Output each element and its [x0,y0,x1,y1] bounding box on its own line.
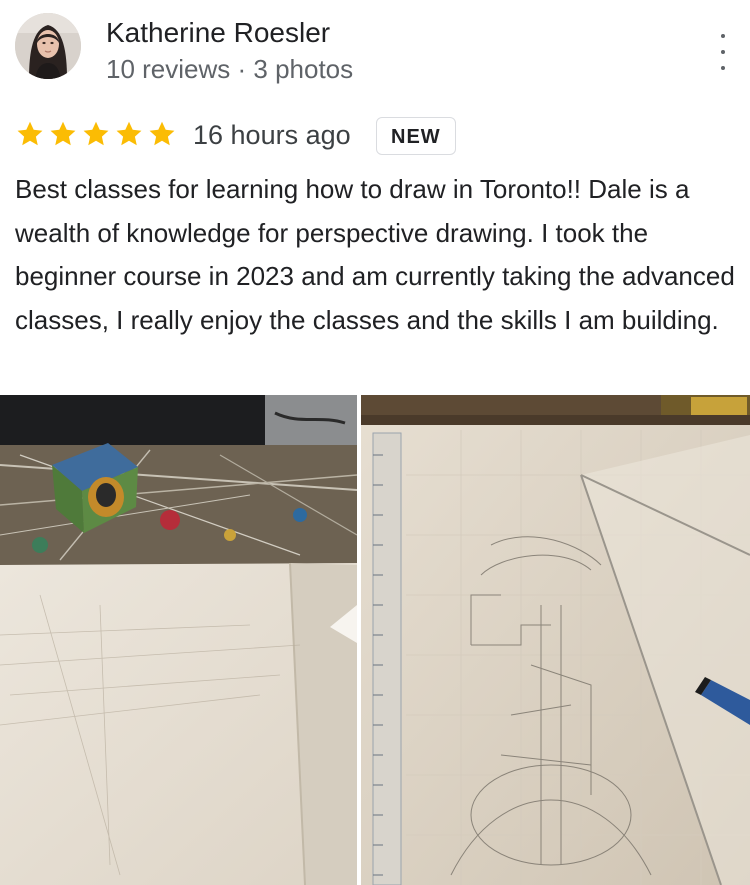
review-photo-2[interactable] [361,395,750,885]
star-icon [17,121,43,146]
star-icon [116,121,142,146]
review-time: 16 hours ago [193,120,351,150]
photo-drawing-image [361,395,750,885]
review-photo-1[interactable] [0,395,357,885]
star-rating [15,119,177,149]
star-icon [50,121,76,146]
star-icon [149,121,175,146]
reviewer-name[interactable]: Katherine Roesler [106,16,330,50]
more-vert-icon[interactable] [708,34,738,70]
rating-row: 16 hours ago NEW [15,117,735,157]
review-photos [0,395,750,885]
new-badge: NEW [376,117,456,155]
reviewer-meta: 10 reviews · 3 photos [106,54,354,84]
avatar-image [15,13,81,79]
review-header: Katherine Roesler 10 reviews · 3 photos [0,0,750,100]
star-icon [83,121,109,146]
review-text: Best classes for learning how to draw in… [15,174,735,335]
photo-sketchbook-image [0,395,357,885]
avatar[interactable] [15,13,81,79]
